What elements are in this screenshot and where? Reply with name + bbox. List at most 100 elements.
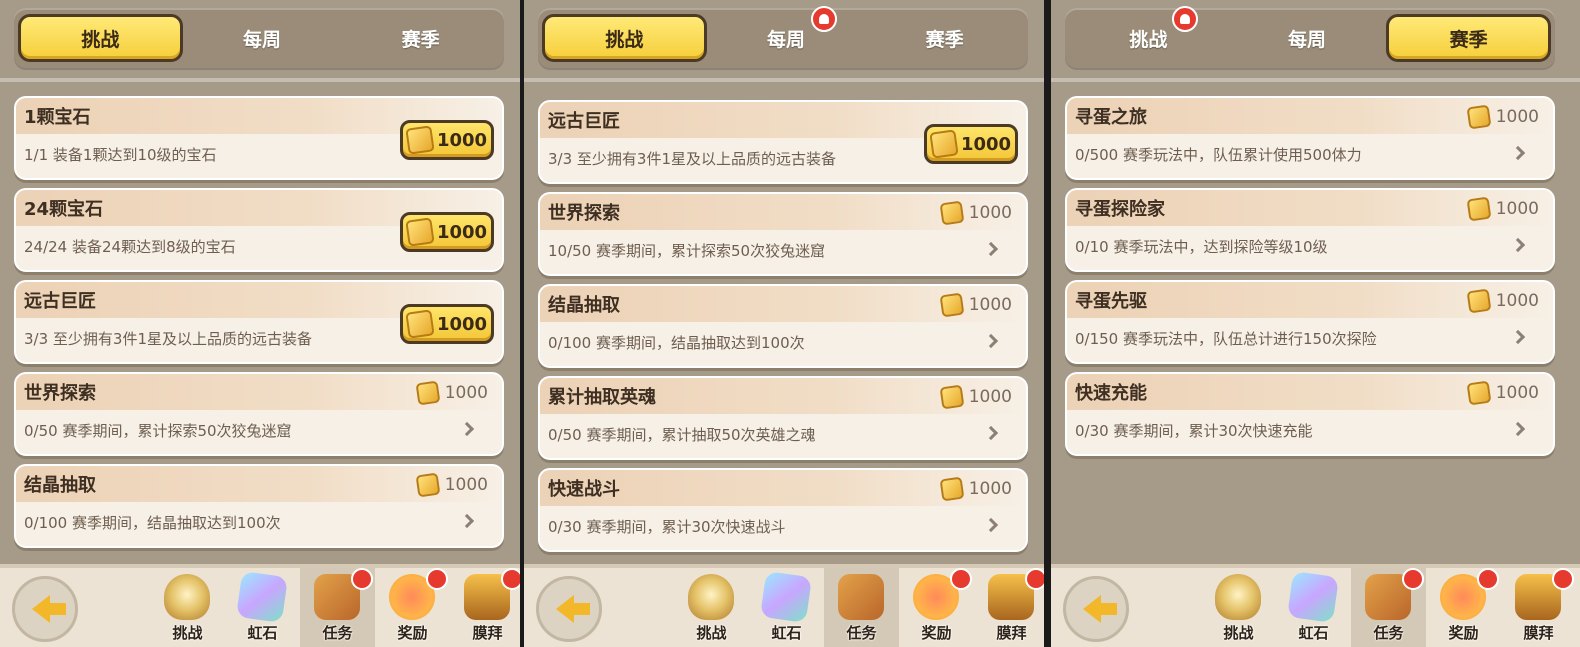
chevron-right-icon[interactable] [459,513,475,529]
back-button[interactable] [1063,576,1129,642]
chevron-right-icon[interactable] [459,421,475,437]
back-arrow-icon [556,595,590,623]
task-list[interactable]: 远古巨匠 3/3 至少拥有3件1星及以上品质的远古装备 1000 世界探索 10… [538,96,1028,558]
task-panel-3: 挑战 每周 赛季 寻蛋之旅 0/500 赛季玩法中，队伍累计使用500体力 10… [1051,0,1580,647]
reward-amount: 1000 [968,479,1012,499]
claim-reward-button[interactable]: 1000 [400,120,494,160]
tab-weekly[interactable]: 每周 [707,6,866,62]
nav-label: 任务 [322,624,353,642]
nav-rewards[interactable]: 奖励 [1426,568,1501,647]
nav-rainbow-stone[interactable]: 虹石 [749,568,824,647]
reward-preview: 1000 [1466,196,1539,222]
chevron-right-icon[interactable] [1510,421,1526,437]
tab-challenge[interactable]: 挑战 [18,14,183,62]
task-card[interactable]: 世界探索 10/50 赛季期间，累计探索50次狡兔迷窟 1000 [538,192,1028,276]
reward-preview: 1000 [1466,104,1539,130]
sword-shield-icon [688,574,734,620]
claim-reward-button[interactable]: 1000 [400,304,494,344]
nav-rewards[interactable]: 奖励 [375,568,450,647]
tab-challenge[interactable]: 挑战 [542,14,707,62]
task-card[interactable]: 寻蛋探险家 0/10 赛季玩法中，达到探险等级10级 1000 [1065,188,1555,272]
back-button[interactable] [12,576,78,642]
task-card[interactable]: 寻蛋之旅 0/500 赛季玩法中，队伍累计使用500体力 1000 [1065,96,1555,180]
notification-bell-icon [950,568,972,590]
claim-reward-button[interactable]: 1000 [924,124,1018,164]
back-button[interactable] [536,576,602,642]
task-card[interactable]: 累计抽取英魂 0/50 赛季期间，累计抽取50次英雄之魂 1000 [538,376,1028,460]
reward-amount: 1000 [436,221,488,243]
tab-label: 挑战 [1129,28,1168,51]
tab-weekly[interactable]: 每周 [183,14,342,62]
reward-preview: 1000 [415,380,488,406]
task-card: 24颗宝石 24/24 装备24颗达到8级的宝石 1000 [14,188,504,272]
nav-tasks[interactable]: 任务 [824,568,899,647]
chevron-right-icon[interactable] [1510,237,1526,253]
claim-reward-button[interactable]: 1000 [400,212,494,252]
notification-bell-icon [1477,568,1499,590]
task-desc: 0/100 赛季期间，结晶抽取达到100次 [24,514,281,532]
nav-worship[interactable]: 膜拜 [974,568,1044,647]
nav-challenge[interactable]: 挑战 [150,568,225,647]
nav-label: 挑战 [1223,624,1254,642]
task-card: 1颗宝石 1/1 装备1颗达到10级的宝石 1000 [14,96,504,180]
task-card[interactable]: 寻蛋先驱 0/150 赛季玩法中，队伍总计进行150次探险 1000 [1065,280,1555,364]
chevron-right-icon[interactable] [983,333,999,349]
nav-rainbow-stone[interactable]: 虹石 [225,568,300,647]
chevron-right-icon[interactable] [983,241,999,257]
reward-amount: 1000 [960,133,1012,155]
nav-rewards[interactable]: 奖励 [899,568,974,647]
sword-shield-icon [1215,574,1261,620]
notification-bell-icon [1171,6,1198,32]
gem-coin-icon [1466,380,1492,406]
nav-worship[interactable]: 膜拜 [450,568,520,647]
tab-label: 赛季 [401,28,440,51]
task-card[interactable]: 世界探索 0/50 赛季期间，累计探索50次狡兔迷窟 1000 [14,372,504,456]
reward-preview: 1000 [1466,288,1539,314]
nav-challenge[interactable]: 挑战 [1201,568,1276,647]
nav-label: 挑战 [696,624,727,642]
notification-bell-icon [1025,568,1044,590]
reward-preview: 1000 [1466,380,1539,406]
tab-bar: 挑战 每周 赛季 [14,8,504,68]
task-card[interactable]: 结晶抽取 0/100 赛季期间，结晶抽取达到100次 1000 [538,284,1028,368]
task-card[interactable]: 结晶抽取 0/100 赛季期间，结晶抽取达到100次 1000 [14,464,504,548]
task-desc: 3/3 至少拥有3件1星及以上品质的远古装备 [548,150,836,168]
task-list[interactable]: 1颗宝石 1/1 装备1颗达到10级的宝石 1000 24颗宝石 24/24 装… [14,96,504,558]
chevron-right-icon[interactable] [1510,329,1526,345]
nav-rainbow-stone[interactable]: 虹石 [1276,568,1351,647]
reward-amount: 1000 [1495,383,1539,403]
task-card: 远古巨匠 3/3 至少拥有3件1星及以上品质的远古装备 1000 [538,100,1028,184]
chevron-right-icon[interactable] [983,425,999,441]
chevron-right-icon[interactable] [1510,145,1526,161]
reward-amount: 1000 [1495,199,1539,219]
task-list[interactable]: 寻蛋之旅 0/500 赛季玩法中，队伍累计使用500体力 1000 寻蛋探险家 … [1065,96,1555,558]
tab-label: 每周 [243,28,282,51]
task-desc: 3/3 至少拥有3件1星及以上品质的远古装备 [24,330,312,348]
tab-weekly[interactable]: 每周 [1228,14,1387,62]
notification-bell-icon [501,568,520,590]
reward-preview: 1000 [939,200,1012,226]
task-card[interactable]: 快速战斗 0/30 赛季期间，累计30次快速战斗 1000 [538,468,1028,552]
nav-worship[interactable]: 膜拜 [1501,568,1576,647]
gem-coin-icon [939,292,965,318]
rainbow-gem-icon [1287,571,1339,623]
nav-items: 挑战 虹石 任务 奖励 膜拜 [674,568,1044,647]
nav-challenge[interactable]: 挑战 [674,568,749,647]
tab-season[interactable]: 赛季 [341,14,500,62]
chevron-right-icon[interactable] [983,517,999,533]
reward-amount: 1000 [968,203,1012,223]
task-card[interactable]: 快速充能 0/30 赛季期间，累计30次快速充能 1000 [1065,372,1555,456]
tab-challenge[interactable]: 挑战 [1069,6,1228,62]
nav-tasks[interactable]: 任务 [1351,568,1426,647]
task-desc: 1/1 装备1颗达到10级的宝石 [24,146,217,164]
tab-bar: 挑战 每周 赛季 [1065,6,1555,68]
nav-label: 奖励 [921,624,952,642]
nav-label: 虹石 [247,624,278,642]
notification-bell-icon [426,568,448,590]
nav-tasks[interactable]: 任务 [300,568,375,647]
tab-season[interactable]: 赛季 [1386,14,1552,62]
task-desc: 10/50 赛季期间，累计探索50次狡兔迷窟 [548,242,826,260]
nav-label: 膜拜 [996,624,1027,642]
gem-coin-icon [939,200,965,226]
tab-season[interactable]: 赛季 [865,14,1024,62]
